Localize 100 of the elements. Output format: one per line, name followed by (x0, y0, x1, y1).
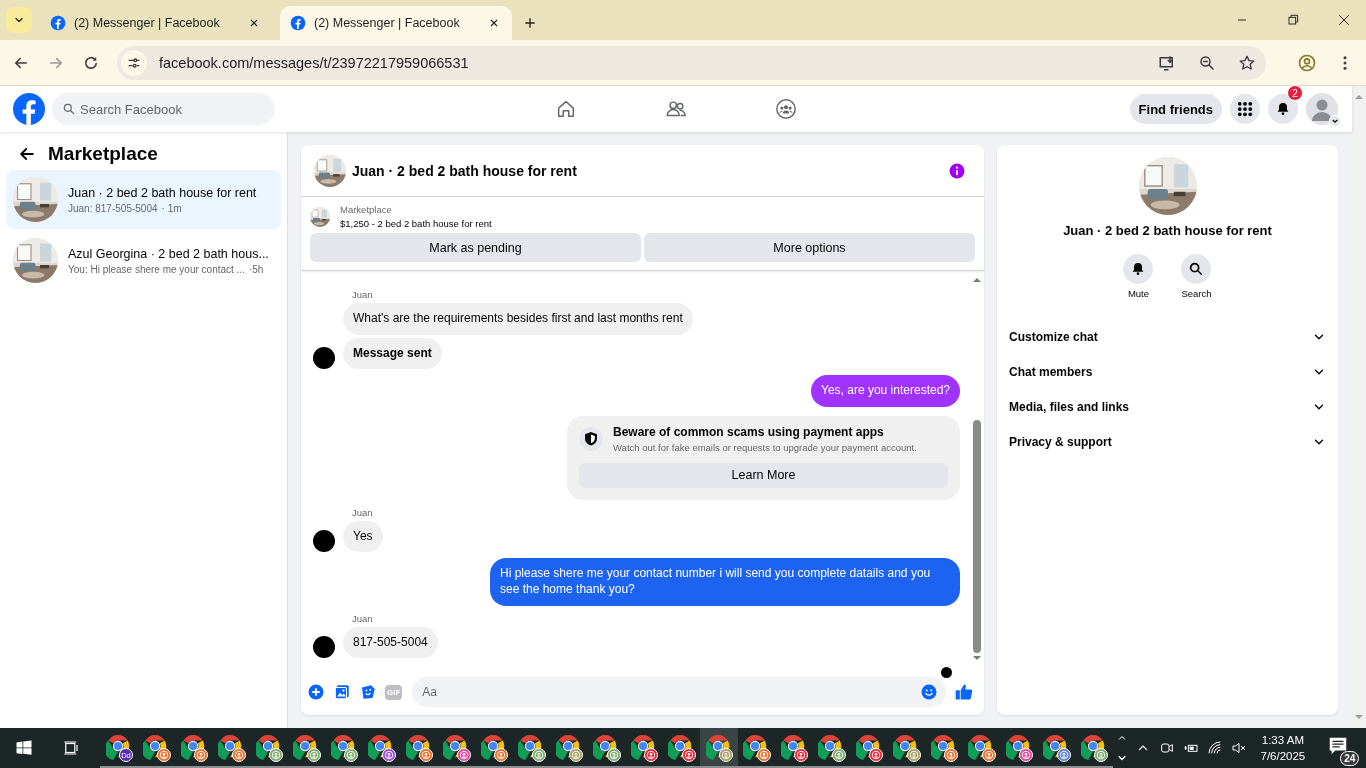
close-icon[interactable] (1336, 12, 1352, 28)
warning-title: Beware of common scams using payment apps (613, 424, 885, 439)
browser-icon (1005, 734, 1032, 760)
avatar-icon (1306, 93, 1338, 125)
message-preview: You: Hi please shere me your contact ... (68, 263, 245, 275)
notification-center-button[interactable]: 24 (1323, 730, 1360, 766)
action-button[interactable]: Mark as pending (310, 233, 641, 262)
windows-start-icon[interactable] (15, 739, 33, 757)
sender-name: Juan (352, 612, 374, 624)
conversation-item[interactable]: Juan · 2 bed 2 bath house for rent Juan: 817-505-5004 · 1m (6, 170, 281, 229)
groups-icon[interactable] (775, 98, 797, 120)
sender-name: Juan (352, 289, 374, 300)
star-icon[interactable] (1238, 53, 1256, 72)
learn-more-button[interactable]: Learn More (579, 462, 948, 488)
timestamp: ·5h (248, 263, 264, 275)
browser-icon (555, 734, 582, 760)
install-icon[interactable] (1158, 53, 1176, 72)
search-icon (62, 102, 76, 116)
message-bubble: Yes (343, 520, 383, 553)
page-scrollbar[interactable] (1352, 86, 1366, 728)
section-header[interactable]: Media, files and links (997, 389, 1338, 424)
search-button[interactable] (1181, 254, 1212, 284)
browser-icon (105, 734, 132, 760)
warning-text: Watch out for fake emails or requests to upgrade your payment account. (613, 441, 917, 453)
sidebar-title: Marketplace (48, 143, 158, 165)
browser-icon (630, 734, 657, 760)
restore-icon[interactable] (1285, 12, 1301, 28)
message-bubble: Hi please shere me your contact number i will send you complete datails and you see the home thank you? (490, 558, 960, 606)
section-header[interactable]: Customize chat (997, 319, 1338, 354)
emoji-icon[interactable] (920, 683, 938, 701)
scroll-down-icon (1354, 712, 1364, 722)
browser-icon (480, 734, 507, 760)
browser-icon (330, 734, 357, 760)
wifi-icon[interactable] (1206, 740, 1223, 756)
shield-icon (579, 426, 603, 451)
listing-source: Marketplace (340, 204, 393, 215)
scroll-thumb[interactable] (973, 420, 981, 653)
search-field[interactable]: Search Facebook (52, 93, 275, 125)
listing-title: $1,250 - 2 bed 2 bath house for rent (340, 218, 492, 229)
site-info-button[interactable] (121, 49, 147, 76)
message-bubble: What's are the requirements besides first and last months rent (343, 303, 693, 335)
close-icon (488, 17, 500, 29)
conversation-title: Juan · 2 bed 2 bath house for rent (1063, 223, 1272, 238)
mute-button[interactable] (1123, 254, 1154, 284)
info-icon[interactable] (948, 161, 966, 180)
home-icon[interactable] (555, 98, 577, 120)
action-button[interactable]: More options (644, 233, 975, 262)
search-icon (1188, 261, 1205, 277)
clock[interactable]: 1:33 AM 7/6/2025 (1260, 732, 1306, 764)
scroll-up-icon (1354, 92, 1364, 102)
profile-icon[interactable] (1297, 52, 1317, 73)
browser-tab[interactable]: (2) Messenger | Facebook (40, 6, 272, 40)
browser-icon (930, 734, 957, 760)
browser-icon (1080, 734, 1107, 760)
chat-title: Juan · 2 bed 2 bath house for rent (352, 162, 577, 179)
zoom-out-icon[interactable] (1198, 53, 1216, 72)
notification-count: 24 (1340, 750, 1360, 766)
browser-tab[interactable]: (2) Messenger | Facebook (280, 6, 512, 40)
sender-name: Juan (352, 506, 374, 518)
url-text: facebook.com/messages/t/23972217959066531 (159, 54, 469, 71)
find-friends-button[interactable]: Find friends (1129, 94, 1222, 124)
taskbar-app-button[interactable] (700, 728, 738, 768)
message-input[interactable]: Aa (412, 677, 946, 707)
task-view-icon[interactable] (62, 739, 80, 757)
account-button[interactable] (1306, 93, 1338, 125)
close-icon (248, 17, 260, 29)
conversation-name: Juan · 2 bed 2 bath house for rent (68, 185, 257, 200)
facebook-icon (50, 15, 66, 31)
volume-muted-icon[interactable] (1230, 740, 1247, 756)
conversation-name: Azul Georgina · 2 bed 2 bath hous... (68, 246, 269, 261)
plus-icon[interactable] (307, 683, 325, 701)
browser-icon (180, 734, 207, 760)
camera-icon[interactable] (1158, 740, 1175, 756)
bell-icon (1275, 101, 1291, 117)
action-label: Search (1181, 288, 1212, 299)
sticker-icon[interactable] (359, 683, 377, 701)
chevron-down-icon (1329, 115, 1341, 127)
grid-icon (1236, 100, 1254, 118)
photos-icon[interactable] (333, 683, 351, 701)
timestamp: · 1m (161, 202, 182, 214)
message-bubble: Yes, are you interested? (811, 375, 960, 407)
action-label: Mute (1127, 288, 1149, 299)
thumbs-up-icon[interactable] (954, 682, 974, 702)
browser-icon (780, 734, 807, 760)
message-bubble: 817-505-5004 (343, 626, 438, 659)
facebook-logo[interactable] (13, 93, 45, 125)
address-bar[interactable]: facebook.com/messages/t/23972217959066531 (117, 45, 1266, 80)
browser-icon (705, 734, 732, 760)
conversation-item[interactable]: Azul Georgina · 2 bed 2 bath hous... You: Hi please shere me your contact ... ·5h (6, 231, 281, 290)
menu-button[interactable] (1230, 94, 1260, 124)
facebook-icon (290, 15, 306, 31)
browser-icon (255, 734, 282, 760)
browser-icon (405, 734, 432, 760)
message-bubble: Message sent (343, 337, 442, 370)
browser-icon (855, 734, 882, 760)
section-header[interactable]: Chat members (997, 354, 1338, 389)
scroll-up-icon (972, 275, 982, 285)
section-header[interactable]: Privacy & support (997, 424, 1338, 459)
new-tab-icon[interactable] (522, 15, 538, 31)
message-preview: Juan: 817-505-5004 (68, 202, 158, 214)
